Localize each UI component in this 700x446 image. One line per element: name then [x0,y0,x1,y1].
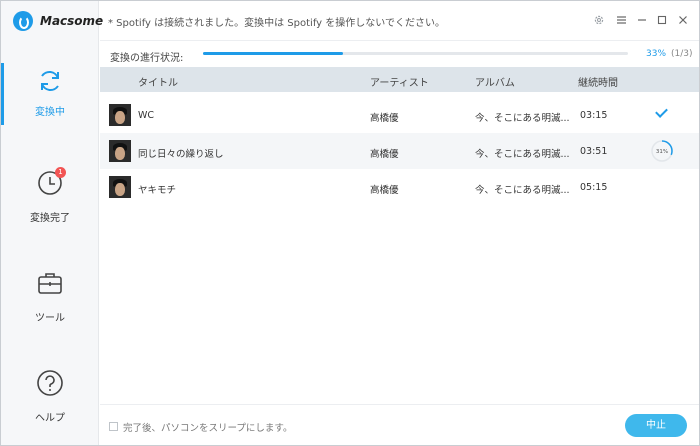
track-title: ヤキモチ [138,185,177,196]
album-art-thumbnail [109,176,131,198]
minimize-icon[interactable] [635,13,649,27]
sidebar-item-converted[interactable]: 1 変換完了 [1,167,99,261]
track-album: 今、そこにある明滅... [475,185,570,196]
badge-count: 1 [55,167,66,178]
album-art-thumbnail [109,140,131,162]
sidebar-item-label: 変換中 [35,107,65,118]
connection-notice: * Spotify は接続されました。変換中は Spotify を操作しないでく… [108,18,445,29]
title-bar: * Spotify は接続されました。変換中は Spotify を操作しないでく… [100,1,699,41]
track-duration: 05:15 [580,182,608,193]
track-artist: 高橋優 [370,113,399,124]
column-artist: アーティスト [370,78,429,89]
conversion-progress: 変換の進行状況: 33% (1/3) [100,41,699,67]
track-duration: 03:51 [580,146,608,157]
table-row[interactable]: ヤキモチ 高橋優 今、そこにある明滅... 05:15 [100,169,699,205]
sleep-after-checkbox[interactable] [109,422,118,431]
track-title: 同じ日々の繰り返し [138,149,224,160]
track-album: 今、そこにある明滅... [475,149,570,160]
close-icon[interactable] [676,13,690,27]
progress-count: (1/3) [671,49,693,59]
table-header: タイトル アーティスト アルバム 継続時間 [100,67,699,92]
track-album: 今、そこにある明滅... [475,113,570,124]
sidebar-item-label: ツール [35,313,65,324]
conversion-progress-ring: 31% [651,140,673,162]
stop-button[interactable]: 中止 [625,414,687,437]
progress-label: 変換の進行状況: [110,53,184,64]
sidebar-item-converting[interactable]: 変換中 [1,63,99,155]
track-artist: 高橋優 [370,149,399,160]
menu-icon[interactable] [614,13,628,27]
track-artist: 高橋優 [370,185,399,196]
maximize-icon[interactable] [655,13,669,27]
toolbox-icon [38,273,62,294]
checkmark-icon [655,105,668,118]
progress-bar-fill [203,52,344,55]
help-icon [37,370,63,396]
table-row[interactable]: 同じ日々の繰り返し 高橋優 今、そこにある明滅... 03:51 31% [100,133,699,169]
app-name: Macsome [40,14,104,28]
track-title: WC [138,110,155,121]
app-logo: Macsome [13,11,103,31]
progress-percent: 33% [646,49,667,59]
settings-gear-icon[interactable] [592,13,606,27]
track-duration: 03:15 [580,110,608,121]
sidebar: Macsome 変換中 1 変換完了 ツール ヘルプ [1,1,103,446]
sidebar-item-help[interactable]: ヘルプ [1,369,99,446]
macsome-logo-icon [13,11,33,31]
sidebar-item-tools[interactable]: ツール [1,269,99,361]
sidebar-item-label: ヘルプ [35,413,65,424]
column-duration: 継続時間 [578,78,618,89]
refresh-icon [41,71,59,91]
app-window: Macsome 変換中 1 変換完了 ツール ヘルプ * Spotify は接続… [0,0,700,446]
progress-bar [203,52,628,55]
footer-bar: 完了後、パソコンをスリープにします。 中止 [100,404,699,445]
column-album: アルバム [475,78,515,89]
table-row[interactable]: WC 高橋優 今、そこにある明滅... 03:15 [100,97,699,133]
sleep-after-label: 完了後、パソコンをスリープにします。 [123,423,293,434]
sidebar-item-label: 変換完了 [30,213,70,224]
album-art-thumbnail [109,104,131,126]
column-title: タイトル [138,78,178,89]
ring-percent: 31% [656,149,668,155]
